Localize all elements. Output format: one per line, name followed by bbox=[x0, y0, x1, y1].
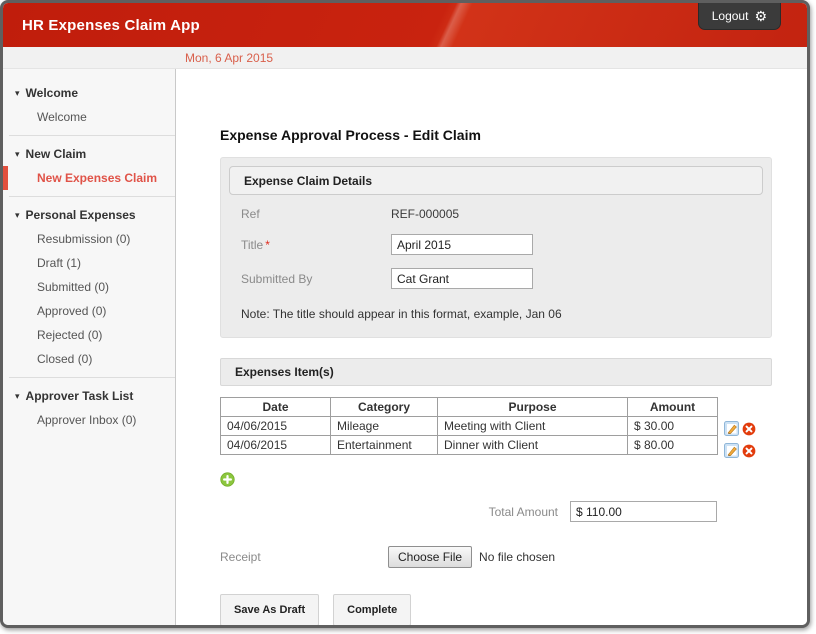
sidebar-item-new-expenses-claim[interactable]: New Expenses Claim bbox=[3, 166, 175, 190]
sidebar-item-closed[interactable]: Closed (0) bbox=[3, 347, 175, 371]
total-amount-label: Total Amount bbox=[489, 505, 558, 519]
sidebar-section-personal-expenses[interactable]: ▾ Personal Expenses bbox=[3, 203, 175, 227]
save-as-draft-button[interactable]: Save As Draft bbox=[220, 594, 319, 625]
page-title: Expense Approval Process - Edit Claim bbox=[220, 127, 766, 143]
title-input[interactable] bbox=[391, 234, 533, 255]
app-window: HR Expenses Claim App Logout ⚙ Mon, 6 Ap… bbox=[0, 0, 810, 628]
sidebar-item-rejected[interactable]: Rejected (0) bbox=[3, 323, 175, 347]
column-header-date: Date bbox=[221, 398, 331, 417]
sidebar-divider bbox=[9, 135, 175, 136]
main-content: Expense Approval Process - Edit Claim Ex… bbox=[176, 69, 807, 625]
receipt-row: Receipt Choose File No file chosen bbox=[220, 546, 766, 568]
submitted-by-input[interactable] bbox=[391, 268, 533, 289]
column-header-amount: Amount bbox=[628, 398, 718, 417]
sidebar-section-label: Welcome bbox=[26, 86, 78, 100]
complete-button[interactable]: Complete bbox=[333, 594, 411, 625]
ref-label: Ref bbox=[241, 207, 391, 221]
sidebar-section-label: Approver Task List bbox=[26, 389, 134, 403]
expenses-items-header: Expenses Item(s) bbox=[220, 358, 772, 386]
sidebar-item-approved[interactable]: Approved (0) bbox=[3, 299, 175, 323]
delete-row-icon[interactable] bbox=[742, 444, 756, 458]
sidebar: ▾ Welcome Welcome ▾ New Claim New Expens… bbox=[3, 69, 176, 625]
table-row: 04/06/2015 Mileage Meeting with Client $… bbox=[221, 417, 718, 436]
cell-category: Entertainment bbox=[331, 436, 438, 455]
logout-button[interactable]: Logout ⚙ bbox=[698, 3, 781, 30]
row-actions-column bbox=[724, 397, 756, 459]
chevron-down-icon: ▾ bbox=[15, 88, 20, 99]
chevron-down-icon: ▾ bbox=[15, 210, 20, 221]
cell-category: Mileage bbox=[331, 417, 438, 436]
row-actions bbox=[724, 442, 756, 459]
ref-row: Ref REF-000005 bbox=[229, 207, 763, 221]
sidebar-item-welcome[interactable]: Welcome bbox=[3, 105, 175, 129]
expenses-table-zone: Date Category Purpose Amount 04/06/2015 … bbox=[220, 397, 766, 459]
claim-details-panel: Expense Claim Details Ref REF-000005 Tit… bbox=[220, 157, 772, 338]
required-asterisk: * bbox=[265, 238, 270, 252]
sidebar-section-approver-task-list[interactable]: ▾ Approver Task List bbox=[3, 384, 175, 408]
table-header-row: Date Category Purpose Amount bbox=[221, 398, 718, 417]
app-header: HR Expenses Claim App Logout ⚙ bbox=[3, 3, 807, 47]
cell-date: 04/06/2015 bbox=[221, 417, 331, 436]
edit-row-icon[interactable] bbox=[724, 421, 740, 437]
edit-row-icon[interactable] bbox=[724, 443, 740, 459]
title-format-note: Note: The title should appear in this fo… bbox=[229, 307, 763, 321]
total-amount-input[interactable] bbox=[570, 501, 717, 522]
title-label: Title* bbox=[241, 238, 391, 252]
current-date: Mon, 6 Apr 2015 bbox=[185, 51, 273, 65]
column-header-category: Category bbox=[331, 398, 438, 417]
sidebar-section-welcome[interactable]: ▾ Welcome bbox=[3, 81, 175, 105]
add-item-icon[interactable] bbox=[220, 472, 235, 487]
sidebar-item-submitted[interactable]: Submitted (0) bbox=[3, 275, 175, 299]
column-header-purpose: Purpose bbox=[438, 398, 628, 417]
sidebar-section-label: New Claim bbox=[26, 147, 87, 161]
chevron-down-icon: ▾ bbox=[15, 149, 20, 160]
ref-value: REF-000005 bbox=[391, 207, 459, 221]
sidebar-section-label: Personal Expenses bbox=[26, 208, 136, 222]
cell-date: 04/06/2015 bbox=[221, 436, 331, 455]
expenses-items-title: Expenses Item(s) bbox=[235, 365, 334, 379]
claim-details-panel-title: Expense Claim Details bbox=[244, 174, 372, 188]
row-actions bbox=[724, 420, 756, 437]
sidebar-item-approver-inbox[interactable]: Approver Inbox (0) bbox=[3, 408, 175, 432]
cell-purpose: Dinner with Client bbox=[438, 436, 628, 455]
title-row: Title* bbox=[229, 234, 763, 255]
form-actions: Save As Draft Complete bbox=[220, 594, 766, 625]
add-item-row bbox=[220, 472, 766, 492]
receipt-label: Receipt bbox=[220, 550, 388, 564]
delete-row-icon[interactable] bbox=[742, 422, 756, 436]
file-status-text: No file chosen bbox=[479, 550, 555, 564]
total-amount-row: Total Amount bbox=[220, 501, 717, 522]
table-row: 04/06/2015 Entertainment Dinner with Cli… bbox=[221, 436, 718, 455]
logout-label: Logout bbox=[712, 9, 749, 23]
date-bar: Mon, 6 Apr 2015 bbox=[3, 47, 807, 69]
cell-amount: $ 80.00 bbox=[628, 436, 718, 455]
cell-purpose: Meeting with Client bbox=[438, 417, 628, 436]
sidebar-divider bbox=[9, 377, 175, 378]
cell-amount: $ 30.00 bbox=[628, 417, 718, 436]
chevron-down-icon: ▾ bbox=[15, 391, 20, 402]
submitted-by-row: Submitted By bbox=[229, 268, 763, 289]
sidebar-item-draft[interactable]: Draft (1) bbox=[3, 251, 175, 275]
sidebar-item-resubmission[interactable]: Resubmission (0) bbox=[3, 227, 175, 251]
expenses-table: Date Category Purpose Amount 04/06/2015 … bbox=[220, 397, 718, 455]
sidebar-divider bbox=[9, 196, 175, 197]
choose-file-button[interactable]: Choose File bbox=[388, 546, 472, 568]
sidebar-section-new-claim[interactable]: ▾ New Claim bbox=[3, 142, 175, 166]
claim-details-panel-header: Expense Claim Details bbox=[229, 166, 763, 195]
submitted-by-label: Submitted By bbox=[241, 272, 391, 286]
app-title: HR Expenses Claim App bbox=[3, 17, 200, 34]
gear-icon: ⚙ bbox=[754, 9, 767, 23]
